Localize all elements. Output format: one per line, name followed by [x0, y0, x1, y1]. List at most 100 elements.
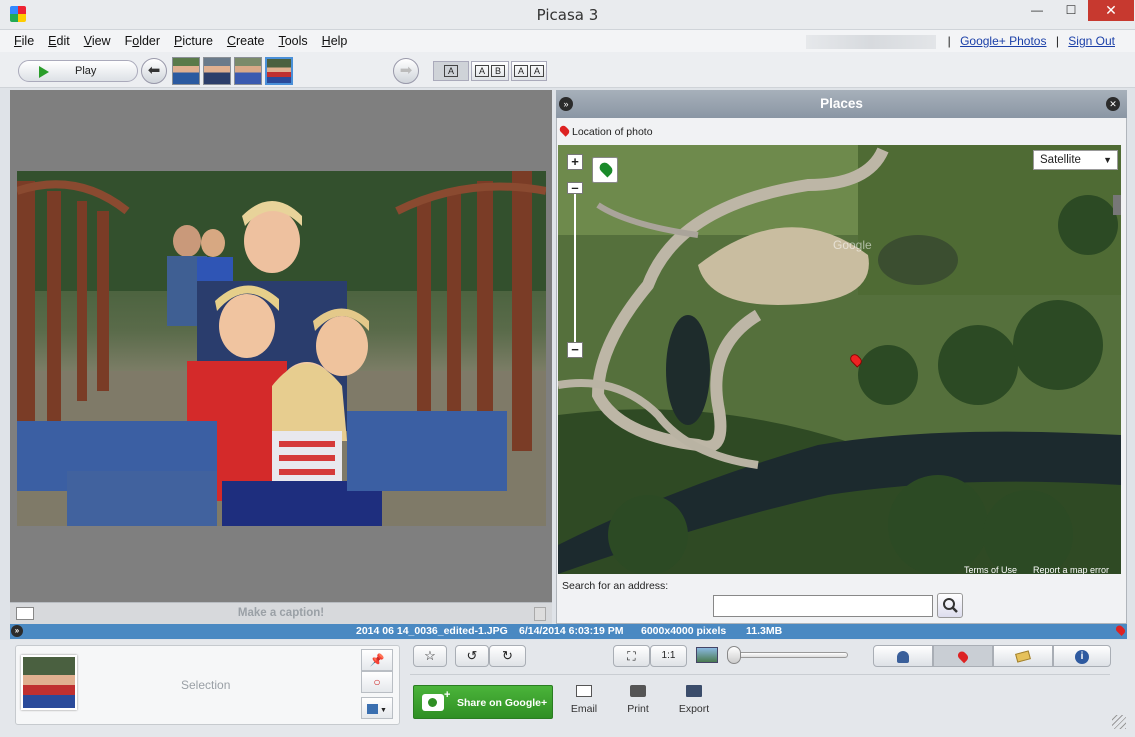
play-icon: [39, 66, 49, 78]
printer-icon: [630, 685, 646, 697]
menu-edit[interactable]: Edit: [48, 30, 70, 52]
tag-icon: [1015, 650, 1031, 663]
file-name: 2014 06 14_0036_edited-1.JPG: [356, 625, 508, 637]
back-button[interactable]: ⬅: [141, 58, 167, 84]
zoom-slider-knob[interactable]: [727, 646, 741, 664]
forward-button[interactable]: ➡: [393, 58, 419, 84]
resize-grip-icon[interactable]: [1112, 715, 1126, 729]
menu-create[interactable]: Create: [227, 30, 265, 52]
map-zoom-handle[interactable]: –: [567, 181, 583, 194]
caption-input[interactable]: Make a caption!: [10, 607, 552, 619]
google-photos-link[interactable]: Google+ Photos: [960, 34, 1046, 48]
close-window-button[interactable]: ✕: [1088, 0, 1134, 21]
plus-icon: +: [444, 689, 451, 701]
side-by-side-button[interactable]: AB: [471, 61, 509, 81]
print-button[interactable]: Print: [613, 685, 663, 715]
report-map-error-link[interactable]: Report a map error: [1033, 565, 1109, 574]
search-address-label: Search for an address:: [562, 580, 669, 592]
album-icon: [367, 703, 379, 714]
green-pin-icon: [597, 160, 615, 178]
email-button[interactable]: Email: [559, 685, 609, 715]
address-search-button[interactable]: [937, 593, 963, 618]
filmstrip-thumbnail-3[interactable]: [234, 57, 262, 85]
person-icon: [897, 650, 909, 663]
zoom-slider[interactable]: [730, 652, 848, 658]
menu-picture[interactable]: Picture: [174, 30, 213, 52]
camera-icon: [422, 694, 444, 711]
file-size: 11.3MB: [746, 625, 783, 637]
address-search-input[interactable]: [713, 595, 933, 617]
minimize-button[interactable]: —: [1020, 0, 1054, 21]
play-button[interactable]: Play: [18, 60, 138, 82]
hold-pin-button[interactable]: 📌: [361, 649, 393, 671]
filmstrip-thumbnail-4-selected[interactable]: [265, 57, 293, 85]
zoom-landscape-icon: [696, 647, 718, 663]
tray-thumbnail[interactable]: [21, 655, 77, 710]
clear-tray-button[interactable]: ○: [361, 671, 393, 693]
trash-icon[interactable]: [534, 607, 546, 621]
info-icon: i: [1075, 649, 1089, 664]
share-label: Share on Google+: [457, 697, 548, 709]
add-to-album-button[interactable]: ▼: [361, 697, 393, 719]
chevron-down-icon: ▼: [378, 707, 387, 714]
places-header: » Places ✕: [556, 90, 1127, 118]
clear-circle-icon: ○: [373, 675, 381, 689]
map-zoom-out-button[interactable]: −: [567, 342, 583, 358]
compare-view-button[interactable]: AA: [511, 61, 547, 81]
menu-file[interactable]: File: [14, 30, 34, 52]
rotate-right-button[interactable]: ↻: [489, 645, 526, 667]
properties-tab[interactable]: i: [1053, 645, 1111, 667]
close-places-icon[interactable]: ✕: [1106, 97, 1120, 111]
title-bar: Picasa 3 — ☐ ✕: [0, 0, 1135, 30]
satellite-map[interactable]: Google Terms of Use Report a map error: [558, 145, 1121, 574]
expand-icon[interactable]: »: [11, 625, 23, 637]
export-button[interactable]: Export: [669, 685, 719, 715]
export-folder-icon: [686, 685, 702, 697]
toolbar: [0, 52, 1135, 88]
tags-tab[interactable]: [993, 645, 1053, 667]
star-button[interactable]: ☆: [413, 645, 447, 667]
menu-tools[interactable]: Tools: [278, 30, 307, 52]
family-photo-image: [17, 171, 546, 526]
terms-of-use-link[interactable]: Terms of Use: [964, 565, 1017, 574]
menu-help[interactable]: Help: [322, 30, 348, 52]
sign-out-link[interactable]: Sign Out: [1068, 34, 1115, 48]
caption-bar: Make a caption!: [10, 602, 552, 624]
chevron-down-icon: ▼: [1103, 155, 1112, 165]
share-on-google-plus-button[interactable]: + Share on Google+: [413, 685, 553, 719]
zoom-to-fit-button[interactable]: ⛶: [613, 645, 650, 667]
print-label: Print: [627, 703, 649, 715]
place-pin-tool-button[interactable]: [592, 157, 618, 183]
menu-folder[interactable]: Folder: [125, 30, 160, 52]
tray-selection-label: Selection: [181, 678, 231, 692]
photo-tray: Selection 📌 ○ ▼: [15, 645, 400, 725]
image-dimensions: 6000x4000 pixels: [641, 625, 727, 637]
map-zoom-in-button[interactable]: +: [567, 154, 583, 170]
places-title: Places: [820, 96, 863, 111]
map-watermark: Google: [833, 238, 872, 252]
maximize-button[interactable]: ☐: [1054, 0, 1088, 21]
main-photo[interactable]: [17, 171, 546, 526]
account-name-redacted: [806, 34, 937, 49]
play-label: Play: [75, 65, 97, 77]
people-tab[interactable]: [873, 645, 933, 667]
map-zoom-track[interactable]: [574, 194, 576, 342]
search-icon: [943, 598, 958, 613]
menu-separator: |: [1055, 34, 1059, 48]
actual-size-button[interactable]: 1:1: [650, 645, 687, 667]
window-title: Picasa 3: [536, 6, 599, 24]
rotate-left-button[interactable]: ↺: [455, 645, 489, 667]
photo-info-bar: » 2014 06 14_0036_edited-1.JPG 6/14/2014…: [10, 623, 1127, 639]
filmstrip-thumbnail-2[interactable]: [203, 57, 231, 85]
file-datetime: 6/14/2014 6:03:19 PM: [519, 625, 624, 637]
map-imagery: [558, 145, 1121, 574]
menu-bar: File Edit View Folder Picture Create Tools Help…: [0, 30, 1135, 52]
filmstrip-thumbnail-1[interactable]: [172, 57, 200, 85]
menu-separator: |: [947, 34, 951, 48]
places-tab[interactable]: [933, 645, 993, 667]
map-type-dropdown[interactable]: Satellite ▼: [1033, 150, 1118, 170]
single-view-button[interactable]: A: [433, 61, 469, 81]
menu-view[interactable]: View: [84, 30, 111, 52]
map-type-value: Satellite: [1040, 154, 1081, 166]
bottom-divider: [410, 674, 1110, 675]
